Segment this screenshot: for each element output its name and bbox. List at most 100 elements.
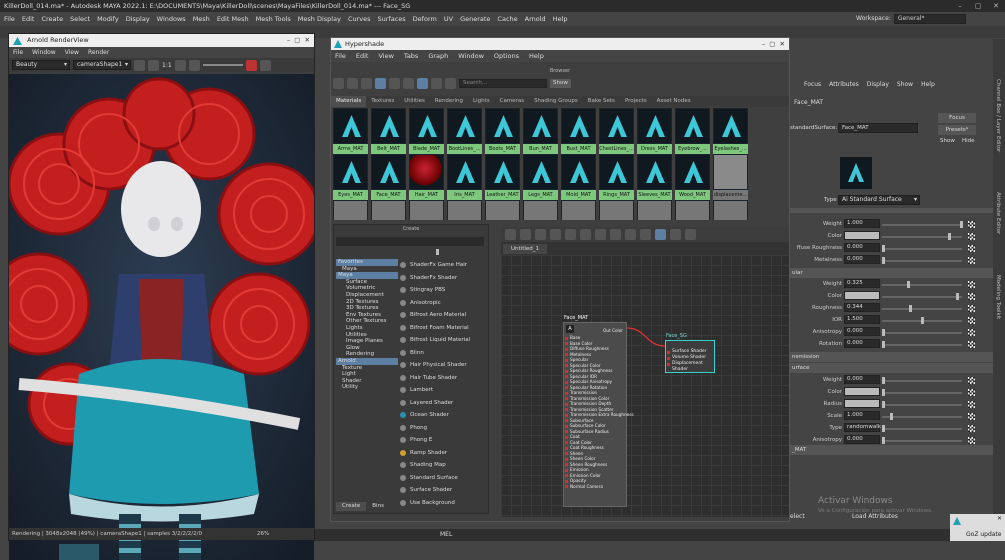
ae-node-tab[interactable]: Face_MAT [794, 99, 823, 106]
attribute-row[interactable]: ffuse Roughness 0.000 [790, 243, 995, 254]
menu-windows[interactable]: Windows [157, 15, 186, 23]
tree-item-shader[interactable]: Shader [336, 378, 398, 385]
attribute-value-field[interactable]: 0.000 [844, 435, 880, 444]
close-icon[interactable]: ✕ [987, 0, 1005, 12]
attribute-slider[interactable] [882, 223, 962, 226]
attribute-value-field[interactable] [844, 399, 880, 408]
arv-menu-view[interactable]: View [65, 49, 79, 56]
attribute-row[interactable]: Scale 1.000 [790, 411, 995, 422]
attribute-value-field[interactable]: 1.000 [844, 411, 880, 420]
menu-generate[interactable]: Generate [460, 15, 490, 23]
command-line[interactable]: MEL [315, 529, 1005, 541]
menu-display[interactable]: Display [126, 15, 150, 23]
map-button-icon[interactable] [968, 389, 975, 396]
hs-menu-options[interactable]: Options [494, 52, 519, 60]
material-swatch[interactable]: Hair_MAT [409, 154, 444, 200]
ae-menu-display[interactable]: Display [867, 81, 889, 88]
menu-cache[interactable]: Cache [497, 15, 517, 23]
menu-mesh-tools[interactable]: Mesh Tools [256, 15, 291, 23]
attribute-slider[interactable] [882, 427, 962, 430]
camera-dropdown[interactable]: cameraShape1 [73, 60, 131, 70]
focus-button[interactable]: Focus [938, 113, 976, 123]
tab-textures[interactable]: Textures [366, 96, 399, 107]
menu-uv[interactable]: UV [444, 15, 453, 23]
slider-handle[interactable] [882, 437, 885, 444]
shader-item[interactable]: ShaderFx Game Hair [400, 259, 484, 272]
clear-graph-icon[interactable] [550, 229, 561, 240]
tab-utilities[interactable]: Utilities [399, 96, 430, 107]
tree-item-maya[interactable]: Maya [336, 272, 398, 279]
sort-icon[interactable] [431, 77, 442, 89]
grid-toggle-icon[interactable] [655, 229, 666, 240]
render-icon[interactable] [134, 59, 145, 71]
map-button-icon[interactable] [968, 305, 975, 312]
connected-mode-icon[interactable] [610, 229, 621, 240]
material-swatch[interactable]: Blade_MAT [409, 108, 444, 154]
map-button-icon[interactable] [968, 341, 975, 348]
ae-menu-focus[interactable]: Focus [804, 81, 821, 88]
material-swatch[interactable] [485, 200, 520, 220]
menu-arnold[interactable]: Arnold [525, 15, 546, 23]
hs-menu-window[interactable]: Window [458, 52, 484, 60]
shader-item[interactable]: Lambert [400, 384, 484, 397]
side-tab[interactable]: Channel Box / Layer Editor [995, 79, 1001, 152]
tree-item-lights[interactable]: Lights [336, 325, 398, 332]
material-swatch[interactable] [447, 200, 482, 220]
menu-mesh-display[interactable]: Mesh Display [298, 15, 341, 23]
tab-materials[interactable]: Materials [331, 96, 367, 107]
attribute-row[interactable]: Roughness 0.344 [790, 303, 995, 314]
create-tab-bins[interactable]: Bins [366, 502, 390, 511]
list-icon[interactable] [361, 77, 372, 89]
snap-icon[interactable] [670, 229, 681, 240]
side-tab[interactable]: Attribute Editor [995, 192, 1001, 234]
attribute-row[interactable]: Rotation 0.000 [790, 339, 995, 350]
shader-item[interactable]: Phong [400, 422, 484, 435]
presets-button[interactable]: Presets* [938, 125, 976, 135]
swatches-toggle-icon[interactable] [685, 229, 696, 240]
large-icons-icon[interactable] [417, 77, 428, 89]
map-button-icon[interactable] [968, 413, 975, 420]
maximize-icon[interactable]: ▢ [969, 0, 987, 12]
tree-item-displacement[interactable]: Displacement [336, 292, 398, 299]
tree-item-env-textures[interactable]: Env Textures [336, 312, 398, 319]
map-button-icon[interactable] [968, 401, 975, 408]
node-name-field[interactable]: Face_MAT [838, 123, 918, 133]
material-swatch[interactable]: Eyebrow_... [675, 108, 710, 154]
grid-view-icon[interactable] [375, 77, 386, 89]
load-attributes-button[interactable]: Load Attributes [852, 513, 898, 520]
ae-menu-help[interactable]: Help [921, 81, 935, 88]
attribute-row[interactable]: Color [790, 231, 995, 242]
tree-item-rendering[interactable]: Rendering [336, 351, 398, 358]
ipr-icon[interactable] [148, 59, 159, 71]
attribute-slider[interactable] [882, 379, 962, 382]
arv-menu-window[interactable]: Window [32, 49, 56, 56]
shader-item[interactable]: Hair Tube Shader [400, 372, 484, 385]
material-swatch[interactable] [409, 200, 444, 220]
attribute-slider[interactable] [882, 283, 962, 286]
shader-item[interactable]: Bifrost Aero Material [400, 309, 484, 322]
node-attribute[interactable]: Displacement Shader [666, 361, 714, 373]
map-button-icon[interactable] [968, 233, 975, 240]
show-button[interactable]: Show [940, 138, 955, 144]
attribute-value-field[interactable]: 0.000 [844, 327, 880, 336]
map-button-icon[interactable] [968, 281, 975, 288]
minimize-icon[interactable]: – [951, 0, 969, 12]
shading-group-section-header[interactable]: _MAT [790, 445, 995, 455]
ae-menu-attributes[interactable]: Attributes [829, 81, 859, 88]
hs-window-controls[interactable]: – ▢ ✕ [762, 38, 785, 50]
map-button-icon[interactable] [968, 293, 975, 300]
menu-edit[interactable]: Edit [22, 15, 35, 23]
attribute-value-field[interactable]: 0.000 [844, 243, 880, 252]
menu-deform[interactable]: Deform [413, 15, 437, 23]
material-swatch[interactable] [599, 200, 634, 220]
tree-item-texture[interactable]: Texture [336, 365, 398, 372]
material-swatch[interactable]: Arms_MAT [333, 108, 368, 154]
hs-menu-tabs[interactable]: Tabs [404, 52, 418, 60]
hs-menu-view[interactable]: View [378, 52, 393, 60]
small-icons-icon[interactable] [389, 77, 400, 89]
attribute-value-field[interactable]: 0.000 [844, 255, 880, 264]
material-swatch[interactable]: Legs_MAT [523, 154, 558, 200]
rearrange-icon[interactable] [565, 229, 576, 240]
material-swatch[interactable]: Iris_MAT [447, 154, 482, 200]
shader-item[interactable]: Anisotropic [400, 297, 484, 310]
